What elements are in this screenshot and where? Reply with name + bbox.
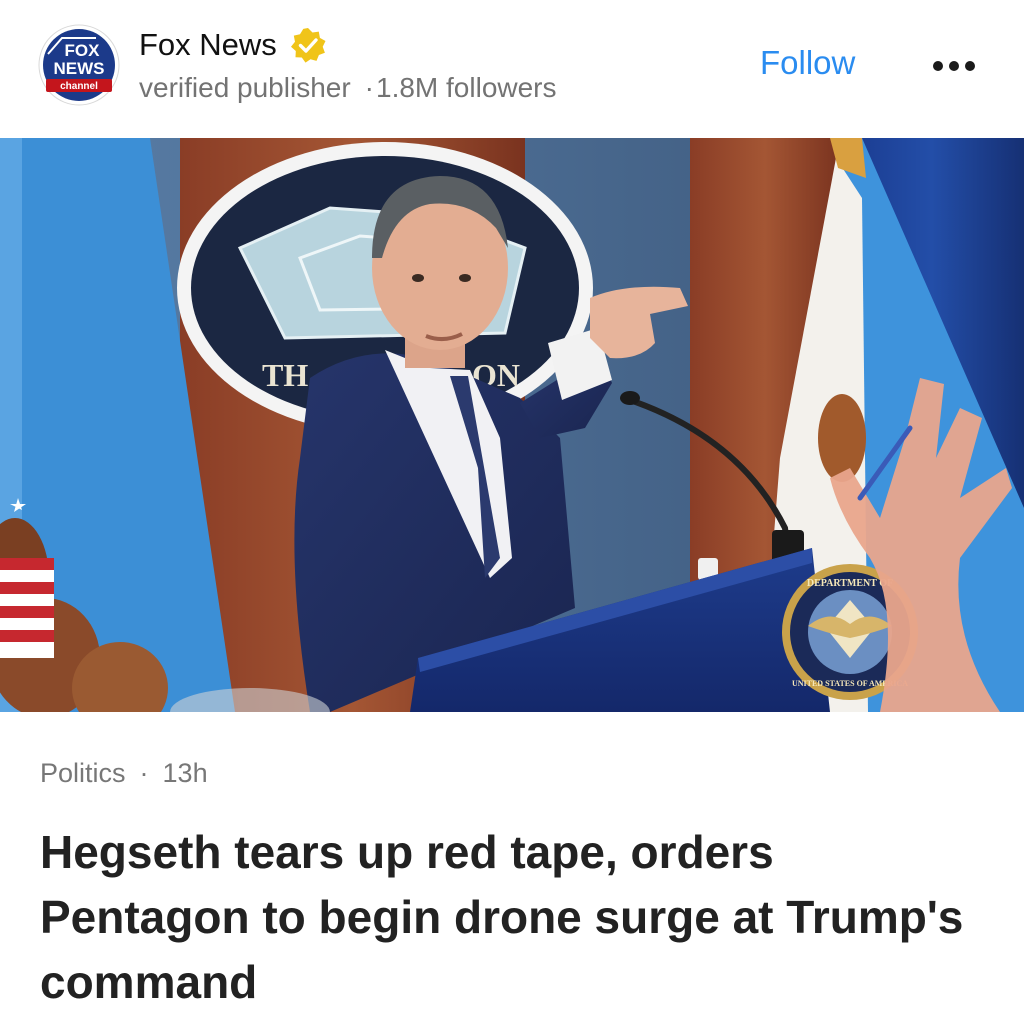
publisher-header: FOX NEWS channel Fox News verified publi… — [0, 0, 1024, 138]
article-hero-image[interactable]: TH ON DEPARTMENT OF UNITED STATES OF AME… — [0, 138, 1024, 712]
separator-dot: · — [364, 72, 374, 103]
svg-text:TH: TH — [262, 357, 308, 393]
publisher-logo[interactable]: FOX NEWS channel — [38, 24, 120, 106]
verified-badge-icon — [290, 28, 326, 63]
article-age: 13h — [162, 758, 208, 788]
follow-button[interactable]: Follow — [760, 44, 855, 82]
article-category[interactable]: Politics — [40, 758, 126, 788]
publisher-name-row: Fox News — [139, 26, 327, 64]
article-headline[interactable]: Hegseth tears up red tape, orders Pentag… — [40, 820, 990, 1015]
publisher-subtitle: verified publisher — [139, 72, 351, 103]
follower-count: 1.8M followers — [376, 72, 557, 103]
more-options-icon[interactable] — [928, 46, 980, 86]
publisher-name[interactable]: Fox News — [139, 27, 277, 63]
svg-text:NEWS: NEWS — [54, 59, 105, 78]
svg-text:FOX: FOX — [65, 41, 101, 60]
article-meta: Politics · 13h — [40, 758, 208, 789]
publisher-meta: verified publisher ·1.8M followers — [139, 72, 557, 104]
svg-text:channel: channel — [60, 81, 98, 92]
separator-dot: · — [139, 758, 149, 788]
